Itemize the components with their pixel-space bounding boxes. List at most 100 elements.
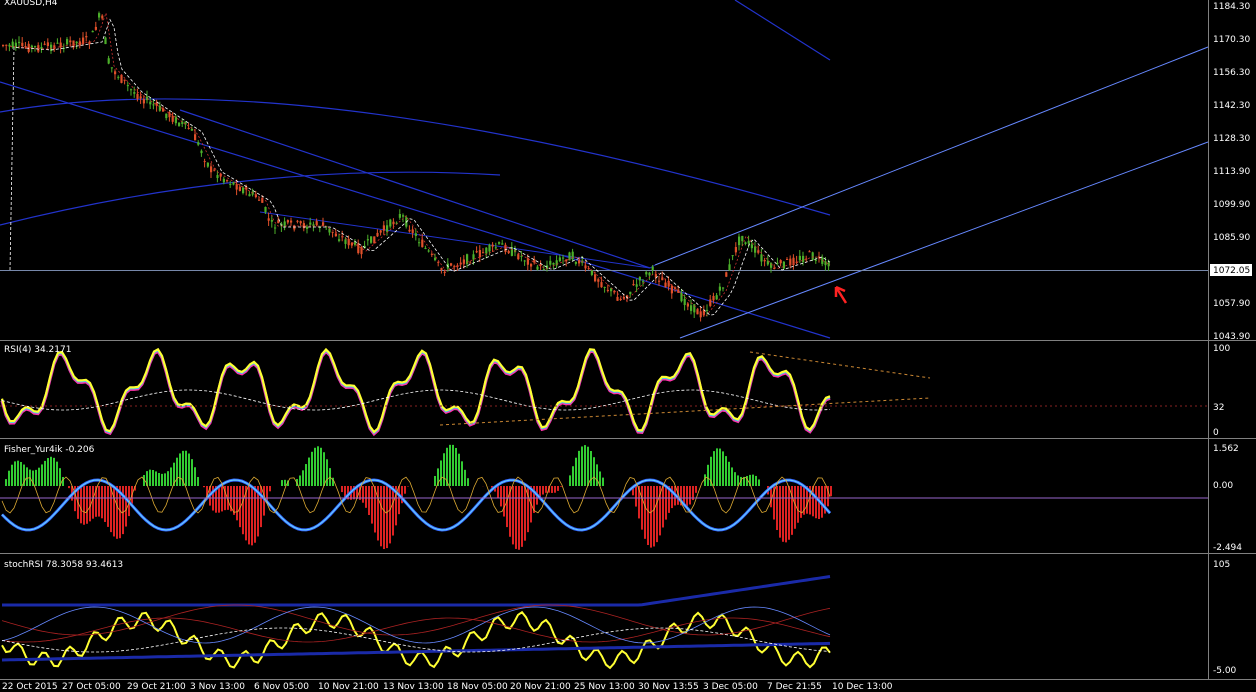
fisher-tick: -2.494 — [1213, 543, 1242, 553]
price-pane[interactable] — [0, 0, 1208, 340]
fisher-bar-positive — [26, 467, 28, 486]
rsi-tick: 0 — [1213, 428, 1219, 438]
candle-body — [139, 96, 142, 99]
fisher-bar-positive — [149, 469, 151, 486]
candle-body — [235, 184, 238, 190]
fisher-bar-negative — [686, 486, 688, 507]
candle-body — [91, 30, 94, 33]
candle-body — [411, 229, 414, 233]
candle-body — [158, 105, 161, 111]
time-tick: 20 Nov 21:00 — [510, 682, 571, 692]
candle-body — [722, 287, 725, 289]
candle-body — [661, 277, 664, 281]
price-tick: 1085.90 — [1213, 233, 1250, 243]
fisher-bar-positive — [461, 461, 463, 486]
candle-body — [453, 265, 456, 267]
fisher-bar-negative — [107, 486, 109, 527]
candle-body — [302, 223, 305, 229]
candle-body — [808, 251, 811, 253]
candle-body — [245, 186, 248, 190]
fisher-bar-negative — [665, 486, 667, 520]
fisher-bar-positive — [161, 473, 163, 486]
candle-body — [392, 221, 395, 225]
candle-body — [149, 101, 152, 105]
current-price-label: 1072.05 — [1213, 266, 1250, 276]
candle-body — [741, 235, 744, 242]
fisher-bar-negative — [362, 486, 364, 503]
candle-body — [171, 115, 174, 122]
candle-body — [574, 261, 577, 264]
candle-body — [504, 244, 507, 252]
fisher-bar-positive — [758, 479, 760, 486]
candle-body — [498, 242, 501, 244]
fisher-bar-positive — [179, 453, 181, 486]
candle-body — [258, 199, 261, 201]
fisher-bar-negative — [83, 486, 85, 525]
candle-body — [824, 261, 827, 266]
fisher-bar-positive — [731, 467, 733, 486]
candle-body — [664, 282, 667, 288]
fisher-bar-positive — [47, 458, 49, 486]
candle-body — [123, 79, 126, 81]
candle-body — [648, 272, 651, 276]
candle-body — [229, 183, 232, 185]
fisher-bar-positive — [50, 456, 52, 486]
candle-body — [2, 45, 5, 47]
candle-body — [389, 219, 392, 227]
fisher-bar-negative — [110, 486, 112, 533]
candle-body — [750, 244, 753, 249]
candle-body — [584, 265, 587, 269]
stoch-label: stochRSI 78.3058 93.4613 — [4, 560, 123, 570]
fisher-axis: 1.562 0.00 -2.494 — [1213, 444, 1242, 553]
fisher-bar-negative — [203, 486, 205, 488]
candle-body — [104, 37, 107, 45]
candle-body — [507, 250, 510, 254]
candle-body — [728, 264, 731, 271]
fisher-bar-negative — [656, 486, 658, 543]
candle-body — [226, 180, 229, 182]
fisher-bar-negative — [689, 486, 691, 505]
candle-body — [440, 268, 443, 270]
candle-body — [242, 187, 245, 194]
fisher-bar-negative — [635, 486, 637, 507]
candle-body — [66, 39, 69, 45]
candle-body — [18, 41, 21, 44]
trading-chart[interactable]: 1184.30 1170.30 1156.30 1142.30 1128.30 … — [0, 0, 1256, 692]
rsi-tick: 100 — [1213, 344, 1230, 354]
candle-body — [670, 285, 673, 294]
stoch-tick: 105 — [1213, 560, 1230, 570]
fisher-bar-negative — [518, 486, 520, 550]
candle-body — [645, 272, 648, 275]
candle-body — [542, 269, 545, 271]
fisher-bar-positive — [56, 461, 58, 486]
candle-body — [757, 250, 760, 253]
fisher-bar-positive — [707, 464, 709, 486]
candle-body — [798, 255, 801, 261]
stoch-axis: 105 -5.00 — [1213, 560, 1237, 676]
time-tick: 6 Nov 05:00 — [254, 682, 309, 692]
fisher-bar-positive — [713, 451, 715, 486]
candle-body — [459, 262, 462, 265]
candle-body — [309, 222, 312, 225]
candle-body — [373, 236, 376, 244]
fisher-bar-negative — [815, 486, 817, 519]
fisher-bar-negative — [515, 486, 517, 549]
candle-body — [530, 264, 533, 267]
candle-body — [501, 243, 504, 245]
candle-body — [715, 295, 718, 300]
candle-body — [222, 178, 225, 183]
time-tick: 10 Nov 21:00 — [318, 682, 379, 692]
fisher-bar-negative — [116, 486, 118, 539]
symbol-label: XAUUSD,H4 — [4, 0, 58, 8]
candle-body — [635, 284, 638, 287]
candle-body — [69, 40, 72, 43]
candle-body — [776, 262, 779, 264]
fisher-bar-positive — [17, 460, 19, 486]
time-tick: 30 Nov 13:55 — [638, 682, 699, 692]
time-tick: 22 Oct 2015 — [2, 682, 58, 692]
candle-body — [523, 260, 526, 262]
fisher-bar-positive — [5, 479, 7, 486]
candle-body — [475, 251, 478, 253]
candle-body — [558, 257, 561, 262]
candle-body — [549, 260, 552, 265]
